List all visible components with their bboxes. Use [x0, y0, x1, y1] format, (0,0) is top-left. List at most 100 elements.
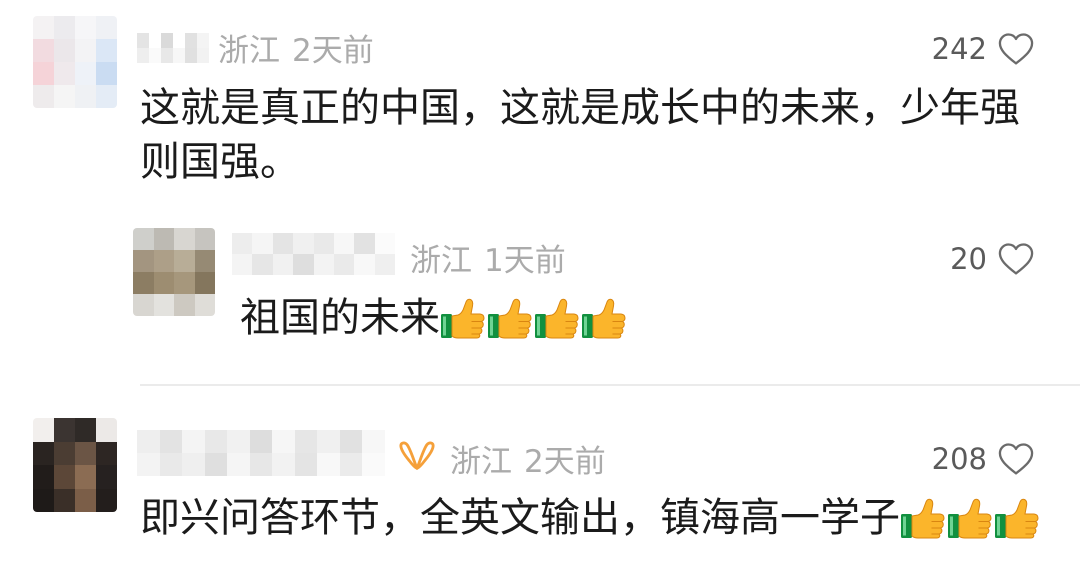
like-count: 208: [931, 442, 987, 476]
mosaic-tile: [204, 453, 228, 476]
mosaic-tile: [96, 488, 117, 512]
username-blurred[interactable]: [137, 33, 209, 63]
avatar[interactable]: [33, 418, 117, 512]
mosaic-tile: [232, 233, 253, 254]
mosaic-tile: [149, 48, 161, 63]
mosaic-tile: [33, 39, 54, 62]
mosaic-tile: [75, 39, 96, 62]
mosaic-tile: [137, 48, 149, 63]
mosaic-tile: [354, 254, 375, 275]
mosaic-tile: [33, 62, 54, 85]
mosaic-tile: [272, 254, 294, 275]
mosaic-tile: [137, 430, 160, 453]
mosaic-tile: [75, 465, 96, 489]
thumbs-up-emoji: [900, 497, 946, 539]
mosaic-tile: [96, 16, 117, 39]
mosaic-tile: [159, 453, 183, 476]
mosaic-tile: [272, 453, 295, 476]
mosaic-tile: [137, 453, 160, 476]
mosaic-tile: [194, 272, 215, 294]
username-blurred[interactable]: [232, 233, 395, 275]
mosaic-tile: [33, 418, 54, 442]
mosaic-tile: [33, 488, 54, 512]
mosaic-tile: [362, 430, 385, 453]
thumbs-up-emoji: [534, 297, 580, 339]
like-count: 20: [950, 242, 987, 276]
mosaic-tile: [173, 48, 185, 63]
mosaic-tile: [133, 294, 154, 316]
mosaic-tile: [133, 272, 154, 294]
heart-outline-icon[interactable]: [997, 442, 1035, 476]
mosaic-tile: [33, 85, 54, 108]
mosaic-tile: [272, 430, 295, 453]
emoji-group: [900, 497, 1041, 539]
mosaic-tile: [54, 16, 75, 39]
mosaic-tile: [294, 430, 318, 453]
mosaic-tile: [33, 465, 54, 489]
mosaic-tile: [204, 430, 228, 453]
mosaic-tile: [133, 250, 154, 272]
mosaic-tile: [75, 16, 96, 39]
mosaic-tile: [153, 228, 174, 250]
mosaic-tile: [173, 33, 185, 48]
avatar[interactable]: [133, 228, 215, 316]
mosaic-tile: [96, 85, 117, 108]
mosaic-tile: [137, 33, 149, 48]
like-count: 242: [931, 32, 987, 66]
mosaic-tile: [54, 62, 75, 85]
mosaic-tile: [149, 33, 161, 48]
mosaic-tile: [75, 488, 96, 512]
heart-outline-icon[interactable]: [997, 32, 1035, 66]
mosaic-tile: [249, 430, 273, 453]
mosaic-tile: [333, 233, 355, 254]
mosaic-tile: [96, 441, 117, 465]
comment-text-content: 祖国的未来: [240, 295, 440, 341]
mosaic-tile: [293, 254, 314, 275]
mosaic-tile: [96, 62, 117, 85]
mosaic-tile: [197, 33, 209, 48]
mosaic-tile: [317, 430, 340, 453]
like-button[interactable]: 20: [950, 239, 1035, 279]
mosaic-tile: [182, 453, 205, 476]
mosaic-tile: [194, 250, 215, 272]
mosaic-tile: [133, 228, 154, 250]
location-label: 浙江: [410, 242, 472, 279]
mosaic-tile: [174, 250, 195, 272]
comment-text-line: 祖国的未来: [240, 291, 628, 345]
mosaic-tile: [333, 254, 355, 275]
avatar[interactable]: [33, 16, 117, 108]
mosaic-tile: [249, 453, 273, 476]
emoji-group: [440, 297, 628, 339]
location-label: 浙江: [218, 32, 280, 69]
mosaic-tile: [161, 33, 173, 48]
mosaic-tile: [54, 465, 75, 489]
comment-text: 祖国的未来: [240, 291, 628, 345]
mosaic-tile: [174, 294, 195, 316]
mosaic-tile: [96, 465, 117, 489]
mosaic-tile: [75, 418, 96, 442]
mosaic-tile: [182, 430, 205, 453]
mosaic-tile: [75, 62, 96, 85]
thumbs-up-emoji: [994, 497, 1040, 539]
like-button[interactable]: 242: [932, 29, 1035, 69]
mosaic-tile: [185, 48, 197, 63]
like-button[interactable]: 208: [932, 439, 1035, 479]
mosaic-tile: [96, 418, 117, 442]
mosaic-tile: [317, 453, 340, 476]
thumbs-up-emoji: [487, 297, 533, 339]
time-label: 1天前: [484, 242, 566, 279]
mosaic-tile: [293, 233, 314, 254]
mosaic-tile: [194, 228, 215, 250]
mosaic-tile: [194, 294, 215, 316]
mosaic-tile: [339, 453, 363, 476]
mosaic-tile: [227, 430, 250, 453]
comment-text-line: 这就是真正的中国，这就是成长中的未来，少年强: [140, 85, 1020, 131]
mosaic-tile: [374, 254, 395, 275]
comment-text-line: 则国强。: [140, 139, 300, 185]
username-blurred[interactable]: [137, 430, 385, 476]
wechat-channels-icon[interactable]: [398, 439, 436, 475]
mosaic-tile: [54, 441, 75, 465]
mosaic-tile: [33, 16, 54, 39]
heart-outline-icon[interactable]: [997, 242, 1035, 276]
mosaic-tile: [362, 453, 385, 476]
